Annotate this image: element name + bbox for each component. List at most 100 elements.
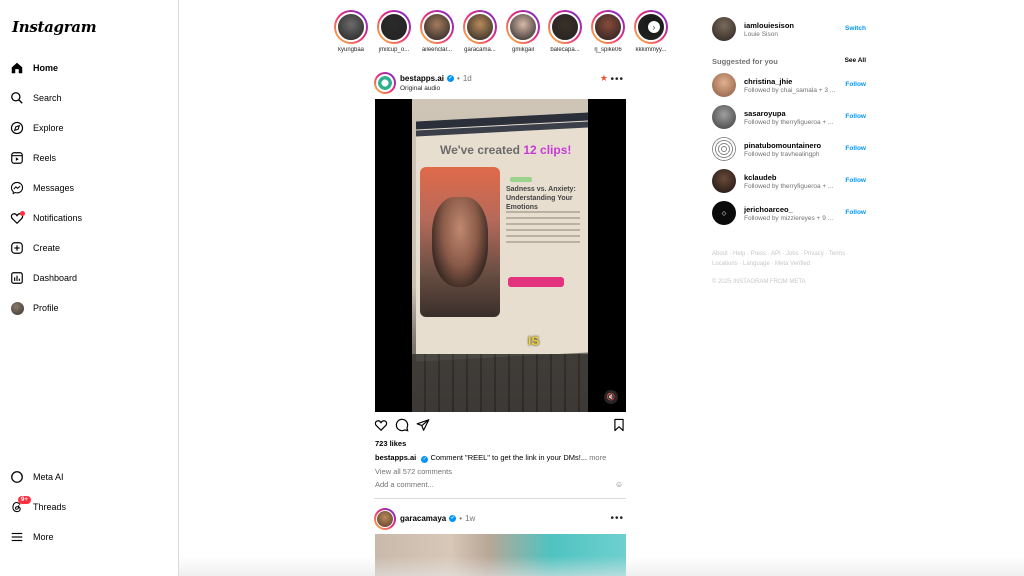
video-keyboard bbox=[412, 354, 588, 412]
more-options-icon[interactable]: ••• bbox=[610, 74, 624, 85]
bookmark-icon[interactable] bbox=[612, 418, 626, 432]
nav-more[interactable]: More bbox=[10, 526, 54, 548]
video-card-text bbox=[506, 211, 580, 247]
nav-threads[interactable]: 9+ Threads bbox=[10, 496, 66, 518]
follow-button[interactable]: Follow bbox=[845, 209, 866, 216]
suggestion-username[interactable]: christina_jhie bbox=[744, 77, 792, 86]
reels-icon bbox=[10, 151, 24, 165]
suggestion-avatar[interactable] bbox=[712, 169, 736, 193]
post-video[interactable]: We've created 12 clips! Sadness vs. Anxi… bbox=[375, 99, 626, 412]
follow-button[interactable]: Follow bbox=[845, 177, 866, 184]
story-avatar bbox=[508, 12, 538, 42]
suggestion-avatar[interactable]: ◇ bbox=[712, 201, 736, 225]
post-author[interactable]: garacamaya ✓ • 1w bbox=[400, 514, 475, 523]
video-frame: We've created 12 clips! Sadness vs. Anxi… bbox=[412, 99, 588, 412]
nav-profile[interactable]: Profile bbox=[10, 297, 59, 319]
nav-dashboard[interactable]: Dashboard bbox=[10, 267, 77, 289]
nav-messages[interactable]: Messages bbox=[10, 177, 74, 199]
story-item[interactable]: rj_spike06 bbox=[588, 10, 628, 53]
switch-account-button[interactable]: Switch bbox=[845, 25, 866, 32]
emoji-icon[interactable]: ☺ bbox=[615, 480, 623, 489]
copyright: © 2025 INSTAGRAM FROM META bbox=[712, 279, 806, 285]
story-avatar bbox=[550, 12, 580, 42]
post-time: 1d bbox=[462, 74, 472, 83]
suggestion-username[interactable]: pinatubomountainero bbox=[744, 141, 821, 150]
search-icon bbox=[10, 91, 24, 105]
suggestion-username[interactable]: jerichoarceo_ bbox=[744, 205, 793, 214]
story-username: garacama... bbox=[464, 47, 496, 53]
post-actions bbox=[374, 418, 626, 434]
suggestion-avatar[interactable] bbox=[712, 73, 736, 97]
story-item[interactable]: balecapa... bbox=[545, 10, 585, 53]
nav-reels[interactable]: Reels bbox=[10, 147, 56, 169]
post-author-avatar[interactable] bbox=[374, 508, 396, 530]
nav-meta-ai-label: Meta AI bbox=[33, 472, 64, 482]
suggestion-avatar[interactable] bbox=[712, 105, 736, 129]
nav-more-label: More bbox=[33, 532, 54, 542]
caption-more-link[interactable]: more bbox=[589, 453, 606, 462]
footer-links[interactable]: About · Help · Press · API · Jobs · Priv… bbox=[712, 249, 868, 269]
post-audio[interactable]: Original audio bbox=[400, 85, 440, 92]
hamburger-menu-icon bbox=[10, 530, 24, 544]
post-author-avatar[interactable] bbox=[374, 72, 396, 94]
follow-button[interactable]: Follow bbox=[845, 145, 866, 152]
story-item[interactable]: jmilcup_o... bbox=[374, 10, 414, 53]
suggestion-username[interactable]: kclaudeb bbox=[744, 173, 777, 182]
post-time: 1w bbox=[465, 514, 476, 523]
nav-explore[interactable]: Explore bbox=[10, 117, 64, 139]
suggestions-title: Suggested for you bbox=[712, 57, 778, 66]
nav-meta-ai[interactable]: Meta AI bbox=[10, 466, 64, 488]
verified-badge-icon: ✓ bbox=[449, 515, 457, 522]
suggestion-username[interactable]: sasaroyupa bbox=[744, 109, 786, 118]
instagram-logo[interactable]: Instagram bbox=[12, 18, 97, 36]
nav-create[interactable]: Create bbox=[10, 237, 60, 259]
story-item[interactable]: garacama... bbox=[460, 10, 500, 53]
suggestion-row: kclaudeb Followed by therryfigueroa + ..… bbox=[712, 169, 868, 195]
like-count[interactable]: 723 likes bbox=[375, 439, 406, 448]
nav-profile-label: Profile bbox=[33, 303, 59, 313]
star-icon[interactable]: ★ bbox=[600, 73, 608, 84]
story-item[interactable]: gmikgail bbox=[503, 10, 543, 53]
more-options-icon[interactable]: ••• bbox=[610, 513, 624, 524]
stories-tray: kyungbaa jmilcup_o... aileenclar... gara… bbox=[330, 10, 675, 60]
see-all-link[interactable]: See All bbox=[845, 57, 866, 64]
account-avatar[interactable] bbox=[712, 17, 736, 41]
comment-icon[interactable] bbox=[395, 418, 409, 432]
follow-button[interactable]: Follow bbox=[845, 81, 866, 88]
nav-create-label: Create bbox=[33, 243, 61, 253]
notification-dot bbox=[20, 211, 25, 216]
share-paper-plane-icon[interactable] bbox=[416, 418, 430, 432]
story-item[interactable]: kyungbaa bbox=[331, 10, 371, 53]
like-heart-icon[interactable] bbox=[374, 418, 388, 432]
story-item[interactable]: aileenclar... bbox=[417, 10, 457, 53]
nav-home[interactable]: Home bbox=[10, 57, 58, 79]
caption-username[interactable]: bestapps.ai bbox=[375, 453, 416, 462]
video-card-image bbox=[420, 167, 500, 317]
nav-reels-label: Reels bbox=[33, 153, 57, 163]
story-username: rj_spike06 bbox=[594, 47, 622, 53]
video-card-title: Sadness vs. Anxiety: Understanding Your … bbox=[506, 186, 576, 211]
nav-search[interactable]: Search bbox=[10, 87, 62, 109]
stories-next-arrow-icon[interactable]: › bbox=[648, 21, 660, 33]
add-comment-input[interactable]: Add a comment... bbox=[375, 480, 627, 489]
suggestion-row: ◇ jerichoarceo_ Followed by mizziereyes … bbox=[712, 201, 868, 227]
post-caption: bestapps.ai ✓ Comment "REEL" to get the … bbox=[375, 453, 635, 463]
story-avatar bbox=[422, 12, 452, 42]
suggestion-followed-by: Followed by travhealingph bbox=[744, 151, 820, 158]
post-image[interactable] bbox=[375, 534, 626, 576]
story-username: kyungbaa bbox=[337, 47, 365, 53]
post-author[interactable]: bestapps.ai ✓ • 1d bbox=[400, 74, 472, 83]
account-username[interactable]: iamlouiesison bbox=[744, 21, 794, 30]
story-avatar bbox=[379, 12, 409, 42]
view-all-comments-link[interactable]: View all 572 comments bbox=[375, 467, 452, 476]
verified-badge-icon: ✓ bbox=[447, 75, 455, 82]
post-header: garacamaya ✓ • 1w ••• bbox=[374, 508, 626, 532]
suggestion-followed-by: Followed by therryfigueroa + ... bbox=[744, 119, 834, 126]
story-username: jmilcup_o... bbox=[378, 47, 410, 53]
suggestion-avatar[interactable] bbox=[712, 137, 736, 161]
nav-notifications[interactable]: Notifications bbox=[10, 207, 82, 229]
mute-icon[interactable]: 🔇 bbox=[604, 390, 618, 404]
caption-text: Comment "REEL" to get the link in your D… bbox=[430, 453, 588, 462]
follow-button[interactable]: Follow bbox=[845, 113, 866, 120]
nav-notifications-label: Notifications bbox=[33, 213, 83, 223]
